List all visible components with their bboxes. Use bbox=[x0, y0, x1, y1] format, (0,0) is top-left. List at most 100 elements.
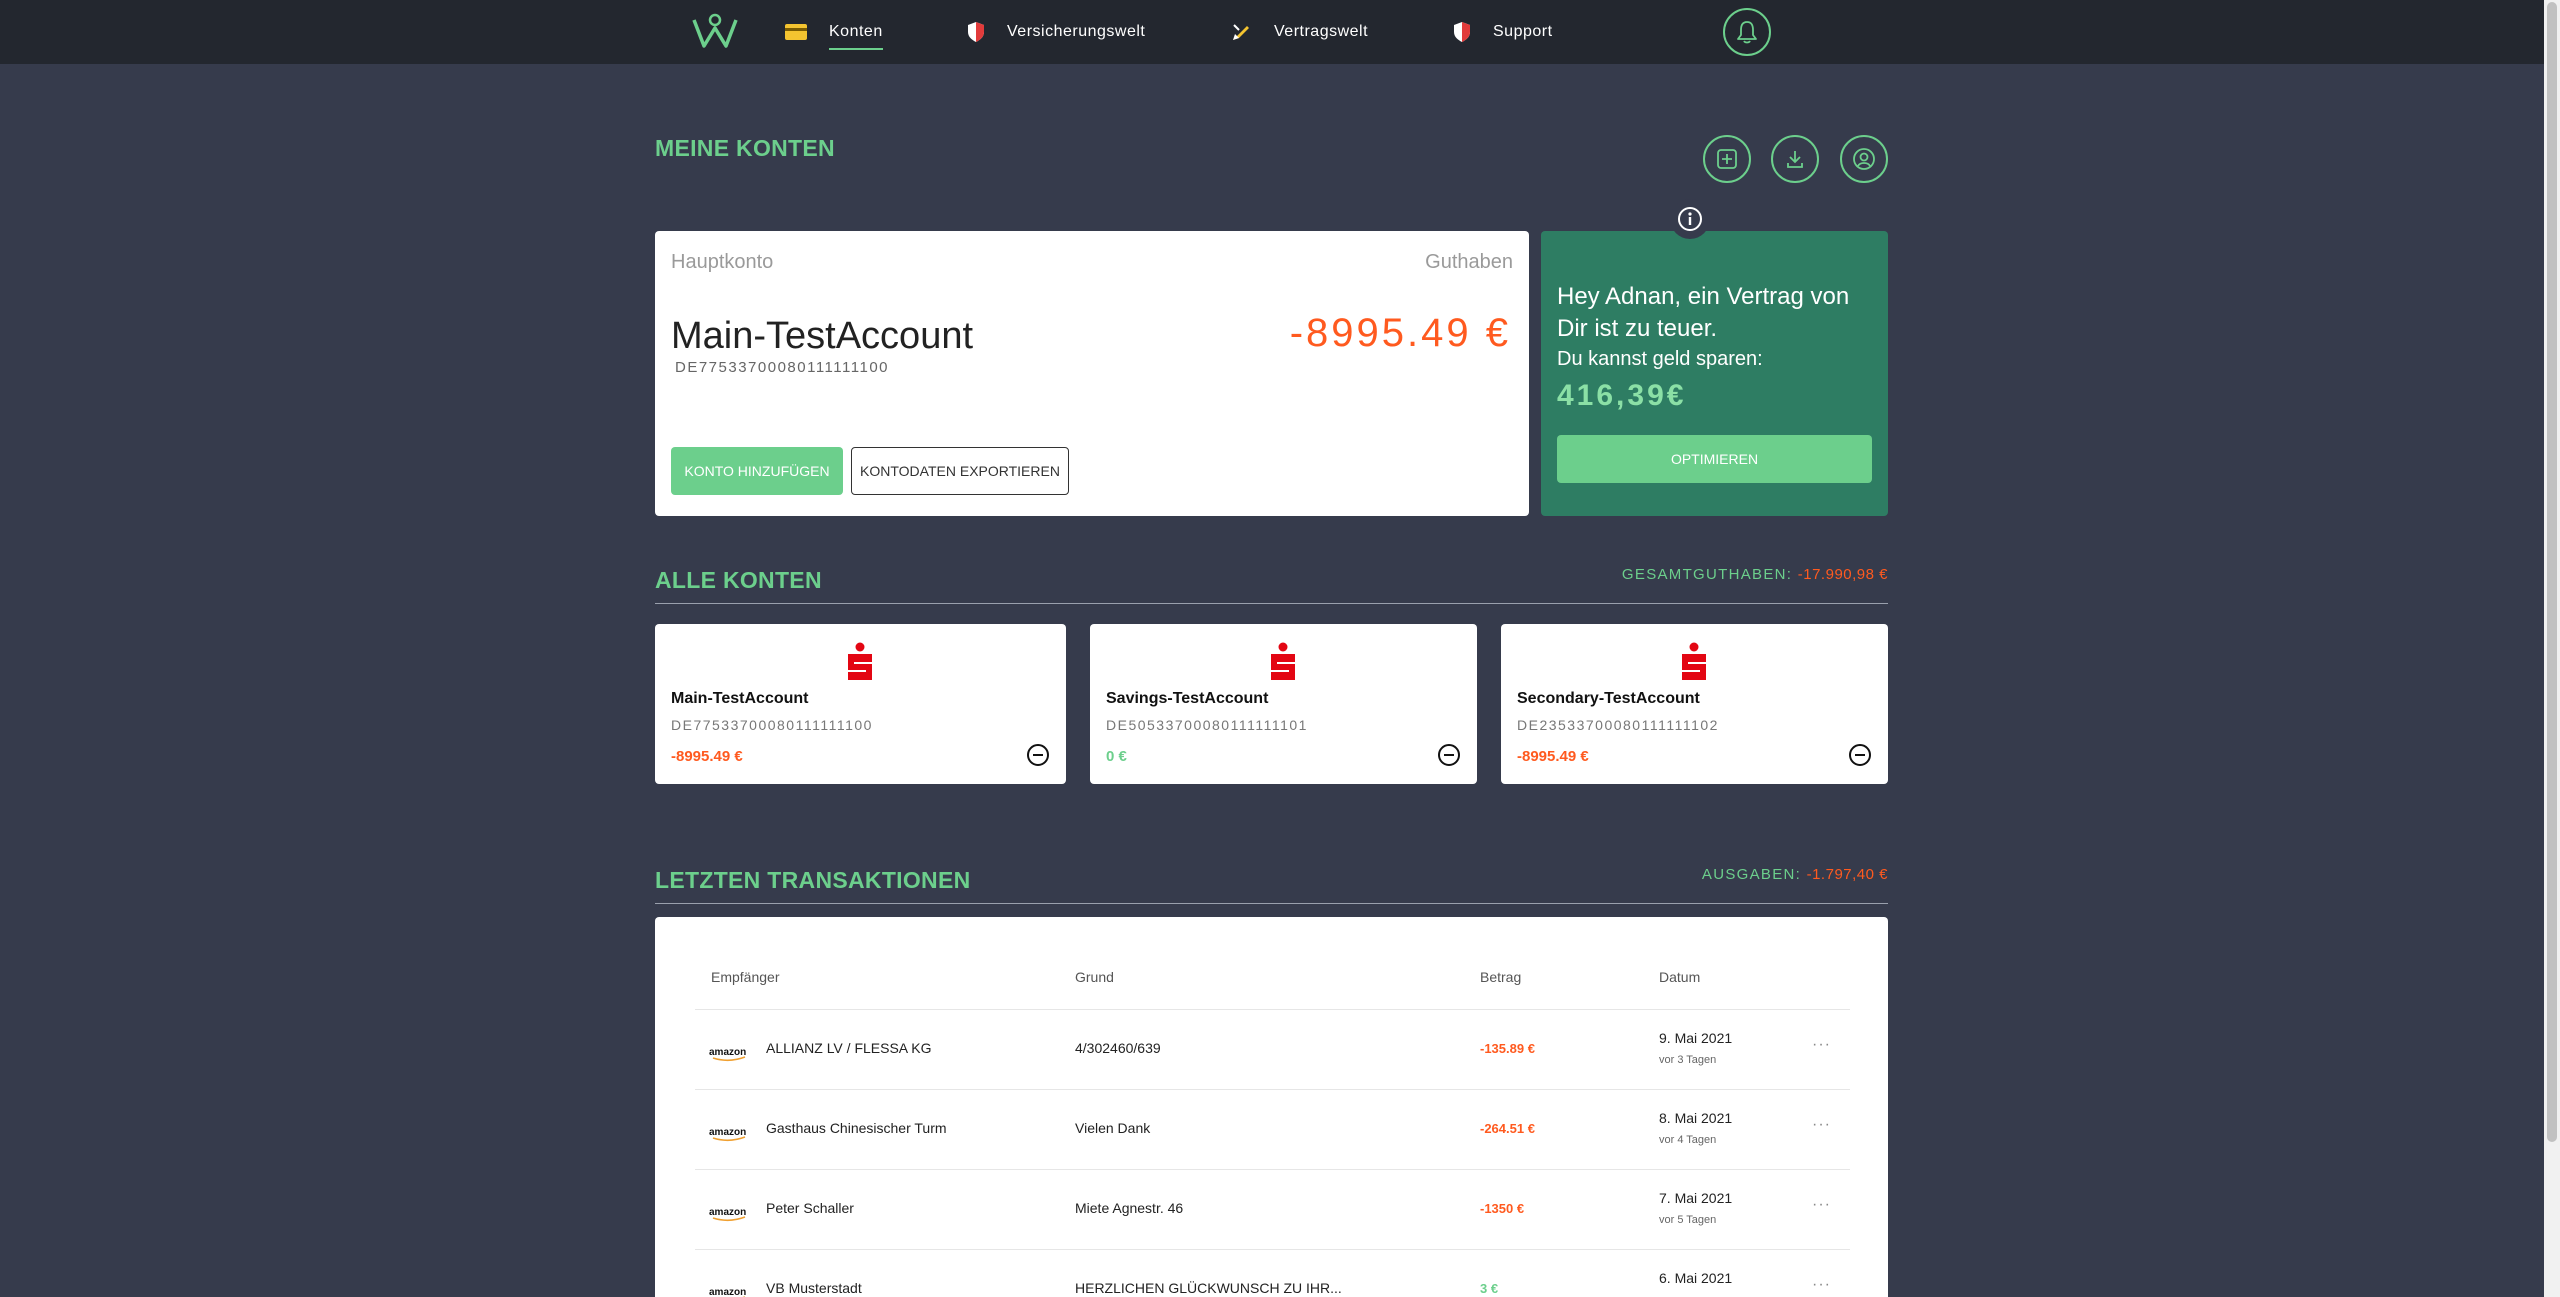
expenses-total: AUSGABEN: -1.797,40 € bbox=[1702, 866, 1888, 883]
add-account-button[interactable]: KONTO HINZUFÜGEN bbox=[671, 447, 843, 495]
promo-headline: Hey Adnan, ein Vertrag von Dir ist zu te… bbox=[1557, 283, 1850, 343]
total-balance-label: GESAMTGUTHABEN: bbox=[1621, 566, 1793, 583]
column-header-reason: Grund bbox=[1075, 969, 1114, 985]
remove-account-icon[interactable] bbox=[1848, 743, 1872, 767]
bell-icon bbox=[1737, 21, 1757, 44]
recipient: ALLIANZ LV / FLESSA KG bbox=[766, 1040, 932, 1056]
amazon-logo-icon: amazon bbox=[709, 1127, 746, 1142]
table-row[interactable]: amazon ALLIANZ LV / FLESSA KG 4/302460/6… bbox=[695, 1009, 1850, 1089]
date: 7. Mai 2021 bbox=[1659, 1190, 1733, 1206]
total-balance-value: -17.990,98 € bbox=[1797, 566, 1888, 583]
table-row[interactable]: amazon Gasthaus Chinesischer Turm Vielen… bbox=[695, 1089, 1850, 1169]
column-header-recipient: Empfänger bbox=[711, 969, 780, 985]
svg-text:amazon: amazon bbox=[709, 1127, 746, 1138]
account-tile[interactable]: Secondary-TestAccount DE2353370008011111… bbox=[1501, 624, 1888, 784]
account-name: Secondary-TestAccount bbox=[1517, 690, 1700, 707]
nav-label: Support bbox=[1493, 23, 1553, 40]
table-row[interactable]: amazon VB Musterstadt HERZLICHEN GLÜCKWU… bbox=[695, 1249, 1850, 1297]
amount: -135.89 € bbox=[1480, 1041, 1535, 1056]
account-iban: DE50533700080111111101 bbox=[1106, 717, 1308, 733]
recipient: Gasthaus Chinesischer Turm bbox=[766, 1120, 947, 1136]
card-icon bbox=[785, 24, 807, 40]
expenses-label: AUSGABEN: bbox=[1701, 866, 1802, 883]
page-title: MEINE KONTEN bbox=[655, 135, 835, 161]
relative-date: vor 5 Tagen bbox=[1659, 1214, 1717, 1226]
account-iban: DE77533700080111111100 bbox=[671, 717, 873, 733]
promo-subtitle: Du kannst geld sparen: bbox=[1557, 348, 1763, 370]
column-header-date: Datum bbox=[1659, 969, 1701, 985]
nav-label: Versicherungswelt bbox=[1007, 23, 1146, 40]
user-icon bbox=[1853, 148, 1875, 170]
main-account-iban: DE77533700080111111100 bbox=[675, 359, 890, 376]
recipient: VB Musterstadt bbox=[766, 1280, 862, 1296]
info-icon bbox=[1678, 207, 1702, 231]
transactions-title: LETZTEN TRANSAKTIONEN bbox=[655, 867, 971, 893]
account-name: Main-TestAccount bbox=[671, 690, 809, 707]
account-balance: -8995.49 € bbox=[671, 748, 743, 765]
svg-text:amazon: amazon bbox=[709, 1047, 746, 1058]
date: 8. Mai 2021 bbox=[1659, 1110, 1733, 1126]
main-account-balance: -8995.49 € bbox=[1289, 311, 1511, 355]
nav-item-vertragswelt[interactable]: Vertragswelt bbox=[1230, 0, 1368, 64]
reason: Miete Agnestr. 46 bbox=[1075, 1200, 1184, 1216]
account-tile[interactable]: Main-TestAccount DE77533700080111111100 … bbox=[655, 624, 1066, 784]
account-iban: DE23533700080111111102 bbox=[1517, 717, 1719, 733]
expenses-value: -1.797,40 € bbox=[1806, 866, 1888, 883]
amount: -1350 € bbox=[1480, 1201, 1525, 1216]
app-logo[interactable] bbox=[690, 12, 740, 52]
optimize-button[interactable]: OPTIMIEREN bbox=[1557, 435, 1872, 483]
amazon-logo-icon: amazon bbox=[709, 1047, 746, 1062]
remove-account-icon[interactable] bbox=[1026, 743, 1050, 767]
nav-item-versicherungswelt[interactable]: Versicherungswelt bbox=[967, 0, 1145, 64]
nav-label: Konten bbox=[829, 23, 883, 50]
main-account-card: Hauptkonto Guthaben Main-TestAccount DE7… bbox=[655, 231, 1529, 516]
profile-button[interactable] bbox=[1840, 135, 1888, 183]
more-options-button[interactable]: ··· bbox=[1812, 1276, 1831, 1294]
account-name: Savings-TestAccount bbox=[1106, 690, 1269, 707]
main-account-name: Main-TestAccount bbox=[671, 315, 974, 357]
column-header-amount: Betrag bbox=[1480, 969, 1522, 985]
relative-date: vor 4 Tagen bbox=[1659, 1134, 1717, 1146]
sparkasse-logo-icon bbox=[848, 642, 872, 680]
date: 9. Mai 2021 bbox=[1659, 1030, 1733, 1046]
table-row[interactable]: amazon Peter Schaller Miete Agnestr. 46 … bbox=[695, 1169, 1850, 1249]
relative-date: vor 3 Tagen bbox=[1659, 1054, 1717, 1066]
top-navigation: Konten Versicherungswelt Vertragswelt Su… bbox=[0, 0, 2544, 64]
recipient: Peter Schaller bbox=[766, 1200, 854, 1216]
svg-text:amazon: amazon bbox=[709, 1287, 746, 1297]
more-options-button[interactable]: ··· bbox=[1812, 1196, 1831, 1214]
download-icon bbox=[1787, 151, 1803, 168]
shield-icon bbox=[1454, 22, 1470, 42]
savings-promo-card: Hey Adnan, ein Vertrag von Dir ist zu te… bbox=[1541, 231, 1888, 516]
amazon-logo-icon: amazon bbox=[709, 1287, 746, 1297]
scrollbar-thumb[interactable] bbox=[2547, 2, 2557, 1142]
amount: -264.51 € bbox=[1480, 1121, 1535, 1136]
date: 6. Mai 2021 bbox=[1659, 1270, 1733, 1286]
sparkasse-logo-icon bbox=[1682, 642, 1706, 680]
add-account-button[interactable] bbox=[1703, 135, 1751, 183]
reason: 4/302460/639 bbox=[1075, 1040, 1161, 1056]
notifications-button[interactable] bbox=[1723, 8, 1771, 56]
reason: HERZLICHEN GLÜCKWUNSCH ZU IHR... bbox=[1075, 1280, 1342, 1296]
remove-account-icon[interactable] bbox=[1437, 743, 1461, 767]
transactions-table: Empfänger Grund Betrag Datum amazon ALLI… bbox=[655, 917, 1888, 1297]
total-balance: GESAMTGUTHABEN: -17.990,98 € bbox=[1622, 566, 1888, 583]
download-button[interactable] bbox=[1771, 135, 1819, 183]
shield-icon bbox=[968, 22, 984, 42]
balance-label: Guthaben bbox=[1425, 251, 1513, 273]
account-tile[interactable]: Savings-TestAccount DE505337000801111111… bbox=[1090, 624, 1477, 784]
add-icon bbox=[1717, 149, 1737, 169]
info-button[interactable] bbox=[1670, 199, 1710, 239]
nav-item-konten[interactable]: Konten bbox=[785, 0, 883, 64]
export-account-data-button[interactable]: KONTODATEN EXPORTIEREN bbox=[851, 447, 1069, 495]
sparkasse-logo-icon bbox=[1271, 642, 1295, 680]
more-options-button[interactable]: ··· bbox=[1812, 1116, 1831, 1134]
pen-icon bbox=[1233, 24, 1249, 40]
more-options-button[interactable]: ··· bbox=[1812, 1036, 1831, 1054]
promo-amount: 416,39€ bbox=[1557, 379, 1687, 412]
nav-label: Vertragswelt bbox=[1274, 23, 1369, 40]
divider bbox=[655, 903, 1888, 904]
account-balance: -8995.49 € bbox=[1517, 748, 1589, 765]
all-accounts-title: ALLE KONTEN bbox=[655, 567, 822, 593]
nav-item-support[interactable]: Support bbox=[1453, 0, 1553, 64]
